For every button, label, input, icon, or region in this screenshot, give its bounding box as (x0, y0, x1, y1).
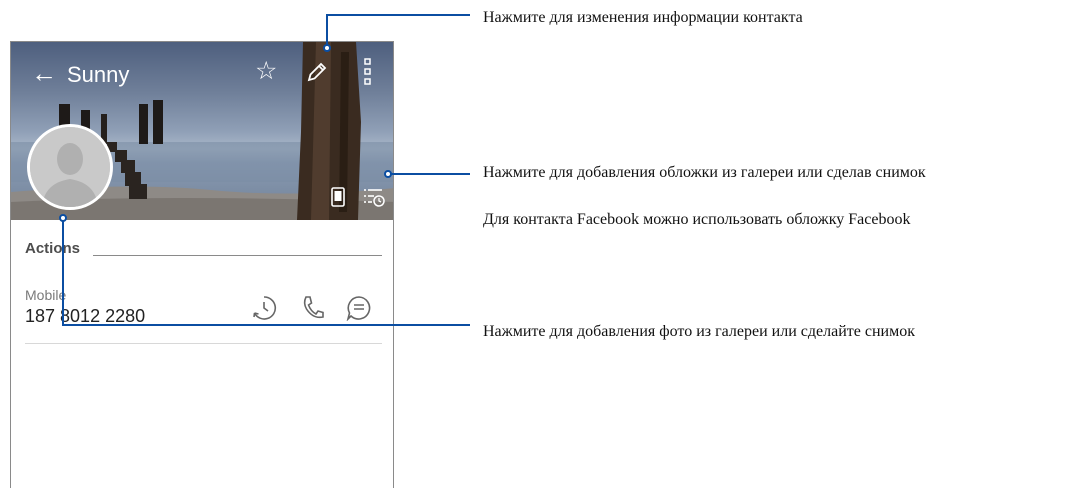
back-arrow-icon[interactable]: ← (31, 60, 57, 86)
contact-name: Sunny (67, 62, 130, 87)
photo-callout-line (62, 324, 470, 326)
message-bubble-icon[interactable] (346, 295, 372, 321)
phone-type-label: Mobile (25, 287, 67, 303)
cover-callout-dot (384, 170, 392, 178)
call-history-icon[interactable] (251, 295, 277, 321)
actions-divider (93, 255, 382, 256)
camera-phone-icon[interactable] (331, 187, 345, 207)
edit-callout-text: Нажмите для изменения информации контакт… (483, 9, 803, 26)
cover-callout-text: Нажмите для добавления обложки из галере… (483, 164, 926, 181)
edit-pencil-icon[interactable] (305, 60, 329, 84)
edit-callout-dot (323, 44, 331, 52)
contact-screen: ← Sunny ☆ Actions Mobile 187 8012 2280 (10, 41, 394, 488)
more-options-icon[interactable] (363, 58, 373, 86)
contact-avatar[interactable] (27, 124, 113, 210)
person-silhouette-icon (30, 127, 110, 207)
row-divider (25, 343, 382, 344)
edit-callout-leader (326, 14, 328, 48)
cover-callout-line (388, 173, 470, 175)
facebook-callout-text: Для контакта Facebook можно использовать… (483, 211, 911, 228)
favorite-star-icon[interactable]: ☆ (255, 58, 277, 84)
photo-callout-leader (62, 218, 64, 326)
phone-call-icon[interactable] (301, 295, 325, 321)
edit-callout-line (326, 14, 470, 16)
actions-heading: Actions (25, 240, 81, 257)
photo-callout-text: Нажмите для добавления фото из галереи и… (483, 323, 915, 340)
photo-callout-dot (59, 214, 67, 222)
gallery-history-icon[interactable] (363, 187, 385, 207)
app-bar: ← Sunny ☆ (11, 42, 393, 102)
